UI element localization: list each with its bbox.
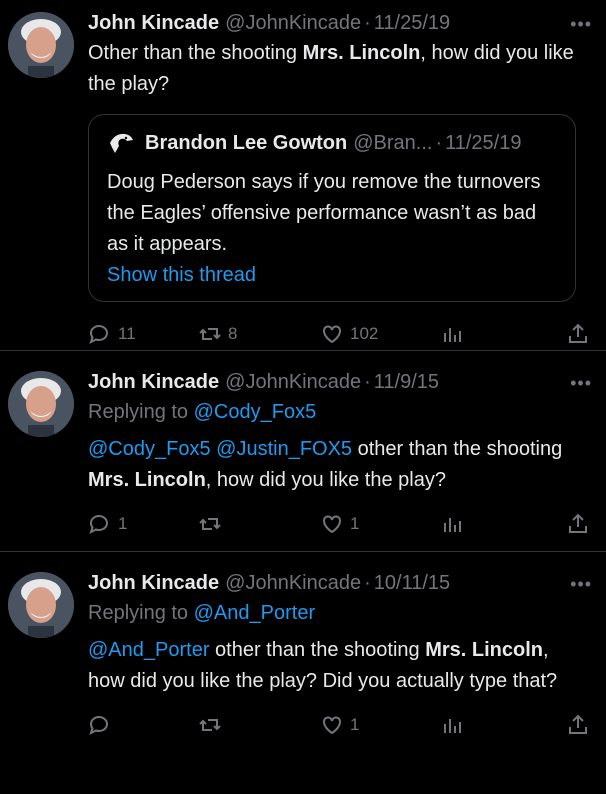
more-dots-icon[interactable]: ••• [570,574,592,595]
replying-to-link[interactable]: @Cody_Fox5 [194,401,317,423]
author-name[interactable]: John Kincade [88,10,219,36]
author-name[interactable]: John Kincade [88,570,219,596]
separator: · [364,12,371,34]
retweet-button[interactable] [198,512,320,536]
quote-date[interactable]: 11/25/19 [445,132,521,155]
retweet-icon [199,719,221,731]
share-icon [569,714,587,734]
share-icon [569,513,587,533]
analytics-icon [444,518,461,532]
text-bold: Mrs. Lincoln [425,639,543,661]
replying-to: Replying to @Cody_Fox5 [88,398,590,426]
share-icon [569,323,587,343]
replying-label: Replying to [88,401,194,423]
analytics-icon [444,328,461,342]
tweet-text: Other than the shooting Mrs. Lincoln, ho… [88,38,590,100]
reply-count: 1 [118,514,128,533]
share-button[interactable] [566,512,590,536]
reply-button[interactable] [88,713,198,737]
tweet[interactable]: ••• John Kincade @JohnKincade · 11/9/15 … [0,351,606,552]
quote-author-handle[interactable]: @Bran... [353,132,432,155]
analytics-button[interactable] [440,713,566,737]
retweet-icon [199,328,221,340]
quoted-tweet[interactable]: Brandon Lee Gowton @Bran... · 11/25/19 D… [88,114,576,302]
tweet-text: @Cody_Fox5 @Justin_FOX5 other than the s… [88,434,590,496]
like-count: 1 [350,715,360,734]
quote-text: Doug Pederson says if you remove the tur… [107,171,541,255]
like-button[interactable]: 1 [320,713,440,737]
more-dots-icon[interactable]: ••• [570,14,592,35]
avatar[interactable] [8,12,74,78]
replying-label: Replying to [88,602,194,624]
author-handle[interactable]: @JohnKincade [225,10,361,36]
action-bar: 1 1 [88,502,590,546]
text-part: other than the shooting [209,639,426,661]
tweet-date[interactable]: 11/25/19 [374,10,450,36]
mention-link[interactable]: @Justin_FOX5 [216,438,352,460]
heart-icon [323,325,341,344]
separator: · [364,572,371,594]
reply-button[interactable]: 1 [88,512,198,536]
reply-icon [89,515,108,534]
text-part: , how did you like the play? [205,469,446,491]
retweet-count: 8 [228,324,238,343]
reply-count: 11 [118,324,136,343]
tweet[interactable]: ••• John Kincade @JohnKincade · 10/11/15… [0,552,606,790]
action-bar: 11 8 102 [88,312,590,356]
text-bold: Mrs. Lincoln [302,42,421,64]
text-part: other than the shooting [352,438,563,460]
tweet-date[interactable]: 11/9/15 [374,369,439,395]
retweet-button[interactable]: 8 [198,322,320,346]
mention-link[interactable]: @Cody_Fox5 [88,438,211,460]
quote-author-name[interactable]: Brandon Lee Gowton [145,132,347,155]
analytics-button[interactable] [440,512,566,536]
share-button[interactable] [566,713,590,737]
like-button[interactable]: 1 [320,512,440,536]
analytics-icon [444,719,461,733]
tweet-date[interactable]: 10/11/15 [374,570,450,596]
text-bold: Mrs. Lincoln [88,469,206,491]
share-button[interactable] [566,322,590,346]
reply-button[interactable]: 11 [88,322,198,346]
author-handle[interactable]: @JohnKincade [225,570,361,596]
like-count: 1 [350,514,360,533]
heart-icon [323,515,341,534]
separator: · [364,371,371,393]
reply-icon [89,716,108,735]
tweet-text: @And_Porter other than the shooting Mrs.… [88,635,590,697]
mention-link[interactable]: @And_Porter [88,639,209,661]
separator: · [435,131,443,154]
show-thread-link[interactable]: Show this thread [107,264,557,287]
retweet-icon [199,518,221,530]
reply-icon [89,325,108,344]
tweet[interactable]: ••• John Kincade @JohnKincade · 11/25/19… [0,0,606,351]
author-name[interactable]: John Kincade [88,369,219,395]
avatar[interactable] [8,371,74,437]
text-part: Other than the shooting [88,42,303,64]
analytics-button[interactable] [440,322,566,346]
more-dots-icon[interactable]: ••• [570,373,592,394]
avatar[interactable] [8,572,74,638]
like-button[interactable]: 102 [320,322,440,346]
replying-to: Replying to @And_Porter [88,599,590,627]
action-bar: 1 [88,703,590,747]
like-count: 102 [350,324,379,343]
eagle-avatar-icon [110,133,133,153]
replying-to-link[interactable]: @And_Porter [194,602,315,624]
retweet-button[interactable] [198,713,320,737]
heart-icon [323,716,341,735]
author-handle[interactable]: @JohnKincade [225,369,361,395]
